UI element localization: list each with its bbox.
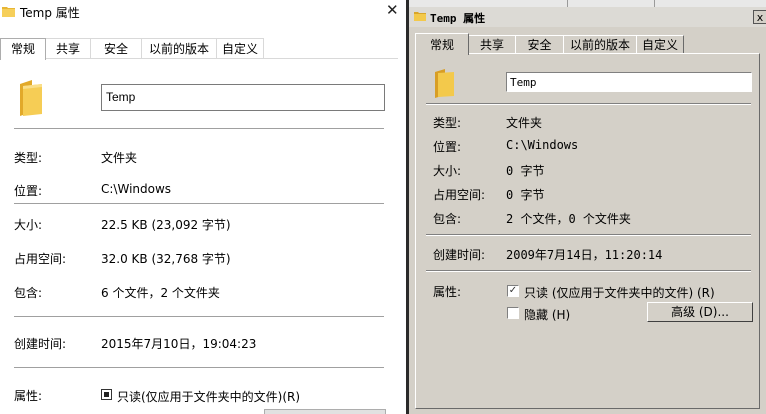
tab-general[interactable]: 常规 xyxy=(415,33,469,55)
separator xyxy=(426,234,751,236)
folder-icon xyxy=(2,7,15,17)
folder-name-input[interactable] xyxy=(101,84,385,111)
readonly-checkbox[interactable]: ✓ xyxy=(507,285,519,297)
type-label: 类型: xyxy=(433,116,462,130)
created-value: 2009年7月14日，11:20:14 xyxy=(506,248,663,262)
background-window-strip xyxy=(409,0,766,7)
window-right-edge xyxy=(398,26,406,414)
tab-customize[interactable]: 自定义 xyxy=(636,35,684,54)
attributes-label: 属性: xyxy=(433,285,462,299)
contains-value: 6 个文件，2 个文件夹 xyxy=(101,286,220,300)
folder-large-icon xyxy=(435,69,454,98)
attributes-label: 属性: xyxy=(14,389,43,403)
size-value: 22.5 KB (23,092 字节) xyxy=(101,218,231,232)
tab-security[interactable]: 安全 xyxy=(515,35,564,54)
location-label: 位置: xyxy=(433,140,462,154)
type-value: 文件夹 xyxy=(506,116,543,130)
separator xyxy=(14,203,384,204)
size-value: 0 字节 xyxy=(506,164,545,178)
location-value: C:\Windows xyxy=(506,138,579,152)
readonly-checkbox-label[interactable]: 只读(仅应用于文件夹中的文件)(R) xyxy=(117,388,300,405)
separator xyxy=(14,367,384,368)
contains-label: 包含: xyxy=(14,286,43,300)
right-properties-window: Temp 属性 x 常规 共享 安全 以前的版本 自定义 类型: 文件夹 位置:… xyxy=(406,0,766,414)
size-label: 大小: xyxy=(433,164,462,178)
strip-divider xyxy=(567,0,568,7)
folder-name-input[interactable] xyxy=(506,72,752,92)
created-value: 2015年7月10日，19:04:23 xyxy=(101,337,257,351)
readonly-checkbox[interactable] xyxy=(101,389,112,400)
close-button[interactable]: ✕ xyxy=(386,1,399,19)
tab-customize[interactable]: 自定义 xyxy=(216,38,264,59)
hidden-checkbox-label[interactable]: 隐藏 (H) xyxy=(524,306,570,323)
hidden-checkbox[interactable] xyxy=(507,307,519,319)
size-on-disk-label: 占用空间: xyxy=(14,252,67,266)
size-on-disk-value: 0 字节 xyxy=(506,188,545,202)
window-title: Temp 属性 xyxy=(430,12,486,25)
advanced-button-partial[interactable] xyxy=(264,409,386,414)
left-properties-window: Temp 属性 ✕ 常规 共享 安全 以前的版本 自定义 类型: 文件夹 位置:… xyxy=(0,0,406,414)
separator xyxy=(426,270,751,272)
size-on-disk-value: 32.0 KB (32,768 字节) xyxy=(101,252,231,266)
advanced-button[interactable]: 高级 (D)... xyxy=(647,302,753,322)
separator xyxy=(14,316,384,317)
location-value: C:\Windows xyxy=(101,182,172,196)
size-label: 大小: xyxy=(14,218,43,232)
contains-label: 包含: xyxy=(433,212,462,226)
created-label: 创建时间: xyxy=(14,337,67,351)
tab-sharing[interactable]: 共享 xyxy=(468,35,516,54)
tab-sharing[interactable]: 共享 xyxy=(45,38,91,59)
folder-name-field[interactable] xyxy=(102,85,380,109)
location-label: 位置: xyxy=(14,184,43,198)
tab-previous-versions[interactable]: 以前的版本 xyxy=(141,38,217,59)
created-label: 创建时间: xyxy=(433,248,486,262)
folder-name-field[interactable] xyxy=(507,73,749,91)
separator xyxy=(426,103,751,105)
readonly-checkbox-label[interactable]: 只读 (仅应用于文件夹中的文件) (R) xyxy=(524,284,715,301)
window-title: Temp 属性 xyxy=(20,6,80,20)
separator xyxy=(14,128,384,129)
size-on-disk-label: 占用空间: xyxy=(433,188,486,202)
strip-divider xyxy=(654,0,655,7)
type-label: 类型: xyxy=(14,151,43,165)
close-button[interactable]: x xyxy=(753,10,766,24)
contains-value: 2 个文件，0 个文件夹 xyxy=(506,212,631,226)
tab-pane xyxy=(415,53,760,409)
folder-icon xyxy=(414,12,426,21)
tab-previous-versions[interactable]: 以前的版本 xyxy=(563,35,637,54)
checkbox-indeterminate-mark xyxy=(104,392,109,397)
type-value: 文件夹 xyxy=(101,151,138,165)
folder-large-icon xyxy=(20,80,42,116)
tab-security[interactable]: 安全 xyxy=(90,38,142,59)
tab-general[interactable]: 常规 xyxy=(0,38,46,60)
tab-divider xyxy=(0,58,406,59)
